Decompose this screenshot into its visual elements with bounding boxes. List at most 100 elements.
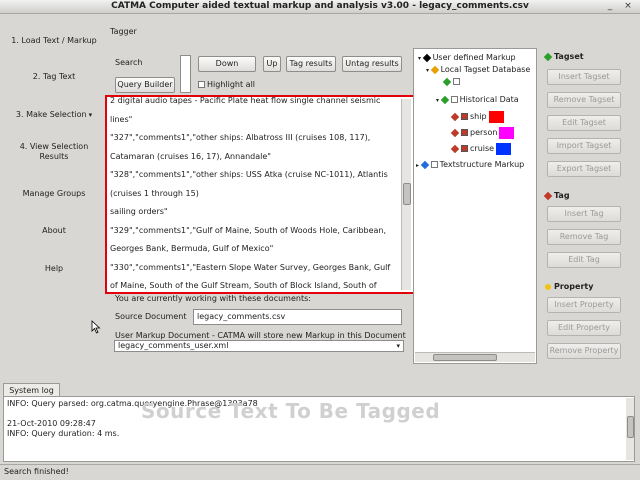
untag-results-button[interactable]: Untag results xyxy=(342,56,402,72)
tree-expanded-icon: ▾ xyxy=(436,97,440,104)
sidebar-item-load-text[interactable]: 1. Load Text / Markup xyxy=(0,36,108,46)
tree-row-person[interactable]: person xyxy=(450,126,515,140)
remove-tag-button[interactable]: Remove Tag xyxy=(547,229,621,245)
log-line: INFO: Query duration: 4 ms. xyxy=(7,429,120,438)
query-builder-button[interactable]: Query Builder xyxy=(115,77,175,93)
highlight-all-box[interactable] xyxy=(198,81,205,88)
tree-row-ship[interactable]: ship xyxy=(450,110,504,124)
tagger-title: Tagger xyxy=(110,27,137,36)
working-documents-label: You are currently working with these doc… xyxy=(115,294,311,303)
make-selection-marker: ▾ xyxy=(88,111,93,119)
text-line[interactable]: "327","comments1","other ships: Albatros… xyxy=(110,129,398,148)
tagset-section-title: Tagset xyxy=(543,52,584,61)
tree-expanded-icon: ▾ xyxy=(426,67,430,74)
sidebar-item-make-selection-label: 3. Make Selection xyxy=(15,110,87,119)
title-bar: CATMA Computer aided textual markup and … xyxy=(0,0,640,14)
text-line[interactable]: "329","comments1","Gulf of Maine, South … xyxy=(110,222,398,241)
tree-row-user-defined[interactable]: ▾ User defined Markup xyxy=(418,52,516,63)
down-button[interactable]: Down xyxy=(198,56,256,72)
cruise-color-swatch xyxy=(496,142,512,155)
source-document-field[interactable]: legacy_comments.csv xyxy=(193,309,402,325)
tagset-icon xyxy=(543,52,553,61)
highlight-all-checkbox[interactable]: Highlight all xyxy=(198,80,255,90)
tree-row-cruise[interactable]: cruise xyxy=(450,142,512,156)
tree-label: Textstructure Markup xyxy=(439,160,525,169)
tree-horizontal-scrollbar[interactable] xyxy=(415,352,535,362)
tree-label: Local Tagset Database xyxy=(440,65,531,74)
log-scroll-thumb[interactable] xyxy=(627,416,634,438)
tree-checkbox[interactable] xyxy=(453,78,460,85)
sidebar-item-help[interactable]: Help xyxy=(0,264,108,274)
tab-system-log[interactable]: System log xyxy=(3,383,60,397)
text-vertical-scrollbar[interactable] xyxy=(401,99,411,290)
source-text-panel[interactable]: 2 digital audio tapes - Pacific Plate he… xyxy=(105,95,415,294)
tree-checkbox[interactable] xyxy=(450,96,458,103)
markup-root-icon xyxy=(422,53,431,62)
tree-row-local-tagset-db[interactable]: ▾ Local Tagset Database xyxy=(426,64,530,75)
tree-collapsed-icon: ▸ xyxy=(416,162,420,169)
window-title: CATMA Computer aided textual markup and … xyxy=(111,1,529,11)
tag-icon xyxy=(543,191,553,200)
source-document-label: Source Document xyxy=(115,312,187,321)
sidebar-item-make-selection[interactable]: 3. Make Selection ▾ xyxy=(0,110,108,120)
tag-section-title: Tag xyxy=(543,191,570,200)
status-bar: Search finished! xyxy=(0,464,640,480)
tree-checkbox[interactable] xyxy=(461,113,468,120)
ship-color-swatch xyxy=(488,110,504,123)
close-button[interactable]: × xyxy=(622,1,634,12)
import-tagset-button[interactable]: Import Tagset xyxy=(547,138,621,154)
remove-tagset-button[interactable]: Remove Tagset xyxy=(547,92,621,108)
tree-row-historical-data[interactable]: ▾ Historical Data xyxy=(436,94,519,105)
text-line[interactable]: sailing orders" xyxy=(110,203,398,222)
user-markup-value: legacy_comments_user.xml xyxy=(118,341,229,350)
insert-tagset-button[interactable]: Insert Tagset xyxy=(547,69,621,85)
database-icon xyxy=(430,65,439,74)
up-button[interactable]: Up xyxy=(263,56,281,72)
property-title-label: Property xyxy=(554,282,594,291)
text-scroll-thumb[interactable] xyxy=(403,183,411,205)
source-text-lines[interactable]: 2 digital audio tapes - Pacific Plate he… xyxy=(110,97,398,292)
markup-tree[interactable]: ▾ User defined Markup ▾ Local Tagset Dat… xyxy=(413,48,537,364)
tagset-icon xyxy=(440,95,449,104)
tree-row-unnamed[interactable] xyxy=(442,76,462,87)
search-input[interactable] xyxy=(180,55,191,93)
log-line: 21-Oct-2010 09:28:47 xyxy=(7,419,96,428)
text-line[interactable]: "330","comments1","Eastern Slope Water S… xyxy=(110,259,398,278)
text-line[interactable]: 2 digital audio tapes - Pacific Plate he… xyxy=(110,97,398,111)
tree-checkbox[interactable] xyxy=(461,145,468,152)
text-line[interactable]: Catamaran (cruises 16, 17), Annandale" xyxy=(110,148,398,167)
text-line[interactable]: (cruises 1 through 15) xyxy=(110,185,398,204)
status-text: Search finished! xyxy=(4,467,69,476)
tree-checkbox[interactable] xyxy=(461,129,468,136)
text-line[interactable]: lines" xyxy=(110,111,398,130)
tree-scroll-thumb[interactable] xyxy=(433,354,497,361)
text-line[interactable]: Georges Bank, Bermuda, Gulf of Mexico" xyxy=(110,240,398,259)
export-tagset-button[interactable]: Export Tagset xyxy=(547,161,621,177)
minimize-button[interactable]: _ xyxy=(604,1,616,12)
tagset-title-label: Tagset xyxy=(554,52,584,61)
insert-property-button[interactable]: Insert Property xyxy=(547,297,621,313)
sidebar-item-view-selection[interactable]: 4. View Selection xyxy=(0,142,108,152)
property-icon xyxy=(545,283,551,290)
person-color-swatch xyxy=(499,126,515,139)
sidebar-item-tag-text[interactable]: 2. Tag Text xyxy=(0,72,108,82)
tree-row-textstructure[interactable]: ▸ Textstructure Markup xyxy=(416,159,524,170)
tree-label: cruise xyxy=(470,144,495,153)
edit-tag-button[interactable]: Edit Tag xyxy=(547,252,621,268)
text-line[interactable]: of Maine, South of the Gulf Stream, Sout… xyxy=(110,277,398,292)
user-markup-select[interactable]: legacy_comments_user.xml ▾ xyxy=(114,340,404,352)
tag-title-label: Tag xyxy=(554,191,570,200)
text-line[interactable]: "328","comments1","other ships: USS Atka… xyxy=(110,166,398,185)
edit-tagset-button[interactable]: Edit Tagset xyxy=(547,115,621,131)
sidebar-item-manage-groups[interactable]: Manage Groups xyxy=(0,189,108,199)
sidebar-item-about[interactable]: About xyxy=(0,226,108,236)
insert-tag-button[interactable]: Insert Tag xyxy=(547,206,621,222)
edit-property-button[interactable]: Edit Property xyxy=(547,320,621,336)
tree-checkbox[interactable] xyxy=(430,161,438,168)
log-vertical-scrollbar[interactable] xyxy=(626,398,634,460)
remove-property-button[interactable]: Remove Property xyxy=(547,343,621,359)
tag-icon xyxy=(450,144,460,153)
sidebar-item-view-selection-results[interactable]: Results xyxy=(0,152,108,162)
tag-results-button[interactable]: Tag results xyxy=(286,56,336,72)
tree-label: User defined Markup xyxy=(432,53,516,62)
